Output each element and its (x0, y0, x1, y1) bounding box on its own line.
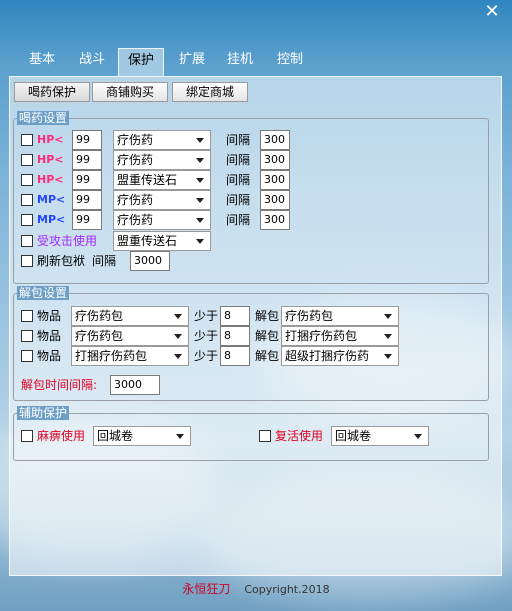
footer-brand: 永恒狂刀 (182, 582, 231, 596)
unpack-label: 解包 (255, 329, 280, 343)
paralysis-item-select[interactable]: 回城卷 (93, 426, 191, 446)
subtab-bound-mall[interactable]: 绑定商城 (172, 82, 248, 102)
revive-checkbox[interactable] (259, 430, 271, 442)
unpack-row-1-checkbox[interactable] (21, 310, 33, 322)
unpack-label: 解包 (255, 349, 280, 363)
unpack-interval-input[interactable]: 3000 (110, 375, 160, 395)
refresh-bag-label: 刷新包袱 (37, 254, 86, 268)
refresh-interval-input[interactable]: 3000 (130, 251, 170, 271)
subtab-drink-protect[interactable]: 喝药保护 (14, 82, 90, 102)
chevron-down-icon (196, 198, 204, 203)
subtab-shop-buy[interactable]: 商铺购买 (92, 82, 168, 102)
refresh-bag-checkbox[interactable] (21, 255, 33, 267)
mp-label: MP< (37, 193, 66, 206)
interval-label: 间隔 (226, 133, 251, 147)
interval-label: 间隔 (226, 193, 251, 207)
less-than-label: 少于 (194, 309, 219, 323)
drink-item-select[interactable]: 疗伤药 (113, 190, 211, 210)
drink-settings-title: 喝药设置 (17, 111, 70, 125)
interval-input[interactable]: 300 (260, 150, 290, 170)
attacked-item-select[interactable]: 盟重传送石 (113, 231, 211, 251)
less-than-label: 少于 (194, 349, 219, 363)
unpack-item-select[interactable]: 打捆疗伤药包 (71, 346, 189, 366)
paralysis-checkbox[interactable] (21, 430, 33, 442)
interval-label: 间隔 (226, 173, 251, 187)
chevron-down-icon (196, 158, 204, 163)
interval-input[interactable]: 300 (260, 210, 290, 230)
interval-input[interactable]: 300 (260, 130, 290, 150)
unpack-item-select[interactable]: 疗伤药包 (71, 326, 189, 346)
hp-threshold-input[interactable]: 99 (72, 170, 102, 190)
chevron-down-icon (196, 218, 204, 223)
mp-label: MP< (37, 213, 66, 226)
chevron-down-icon (414, 434, 422, 439)
unpack-result-select[interactable]: 疗伤药包 (281, 306, 399, 326)
tab-afk[interactable]: 挂机 (218, 48, 262, 76)
refresh-interval-label: 间隔 (92, 254, 117, 268)
item-label: 物品 (37, 329, 62, 343)
hp-label: HP< (37, 133, 64, 146)
unpack-label: 解包 (255, 309, 280, 323)
item-label: 物品 (37, 309, 62, 323)
chevron-down-icon (174, 314, 182, 319)
tab-control[interactable]: 控制 (268, 48, 312, 76)
drink-item-select[interactable]: 疗伤药 (113, 150, 211, 170)
unpack-result-select[interactable]: 打捆疗伤药包 (281, 326, 399, 346)
drink-item-select[interactable]: 疗伤药 (113, 130, 211, 150)
drink-row-2-checkbox[interactable] (21, 154, 33, 166)
hp-threshold-input[interactable]: 99 (72, 150, 102, 170)
mp-threshold-input[interactable]: 99 (72, 190, 102, 210)
interval-input[interactable]: 300 (260, 170, 290, 190)
hp-label: HP< (37, 153, 64, 166)
chevron-down-icon (384, 334, 392, 339)
interval-label: 间隔 (226, 153, 251, 167)
unpack-result-select[interactable]: 超级打捆疗伤药 (281, 346, 399, 366)
drink-item-select[interactable]: 盟重传送石 (113, 170, 211, 190)
count-input[interactable]: 8 (220, 326, 250, 346)
interval-input[interactable]: 300 (260, 190, 290, 210)
tab-extend[interactable]: 扩展 (170, 48, 214, 76)
item-label: 物品 (37, 349, 62, 363)
chevron-down-icon (174, 334, 182, 339)
less-than-label: 少于 (194, 329, 219, 343)
chevron-down-icon (196, 178, 204, 183)
drink-row-1-checkbox[interactable] (21, 134, 33, 146)
chevron-down-icon (196, 239, 204, 244)
attacked-label: 受攻击使用 (37, 234, 98, 248)
chevron-down-icon (174, 354, 182, 359)
assist-protect-title: 辅助保护 (17, 406, 70, 420)
chevron-down-icon (384, 314, 392, 319)
tab-protect[interactable]: 保护 (118, 48, 164, 76)
interval-label: 间隔 (226, 213, 251, 227)
footer-copyright: Copyright.2018 (244, 583, 330, 596)
tab-basic[interactable]: 基本 (20, 48, 64, 76)
drink-row-3-checkbox[interactable] (21, 174, 33, 186)
chevron-down-icon (176, 434, 184, 439)
unpack-row-2-checkbox[interactable] (21, 330, 33, 342)
hp-threshold-input[interactable]: 99 (72, 130, 102, 150)
chevron-down-icon (196, 138, 204, 143)
attacked-checkbox[interactable] (21, 235, 33, 247)
footer: 永恒狂刀 Copyright.2018 (0, 580, 512, 597)
unpack-item-select[interactable]: 疗伤药包 (71, 306, 189, 326)
paralysis-label: 麻痹使用 (37, 429, 86, 443)
drink-row-5-checkbox[interactable] (21, 214, 33, 226)
chevron-down-icon (384, 354, 392, 359)
unpack-settings-title: 解包设置 (17, 286, 70, 300)
close-icon[interactable]: ✕ (482, 2, 502, 22)
drink-row-4-checkbox[interactable] (21, 194, 33, 206)
tab-combat[interactable]: 战斗 (70, 48, 114, 76)
revive-item-select[interactable]: 回城卷 (331, 426, 429, 446)
mp-threshold-input[interactable]: 99 (72, 210, 102, 230)
app-window: ✕ 基本 战斗 保护 扩展 挂机 控制 喝药保护 商铺购买 绑定商城 喝药设置 … (0, 0, 512, 611)
count-input[interactable]: 8 (220, 306, 250, 326)
unpack-row-3-checkbox[interactable] (21, 350, 33, 362)
count-input[interactable]: 8 (220, 346, 250, 366)
hp-label: HP< (37, 173, 64, 186)
unpack-interval-label: 解包时间间隔: (21, 378, 98, 392)
revive-label: 复活使用 (275, 429, 324, 443)
drink-item-select[interactable]: 疗伤药 (113, 210, 211, 230)
